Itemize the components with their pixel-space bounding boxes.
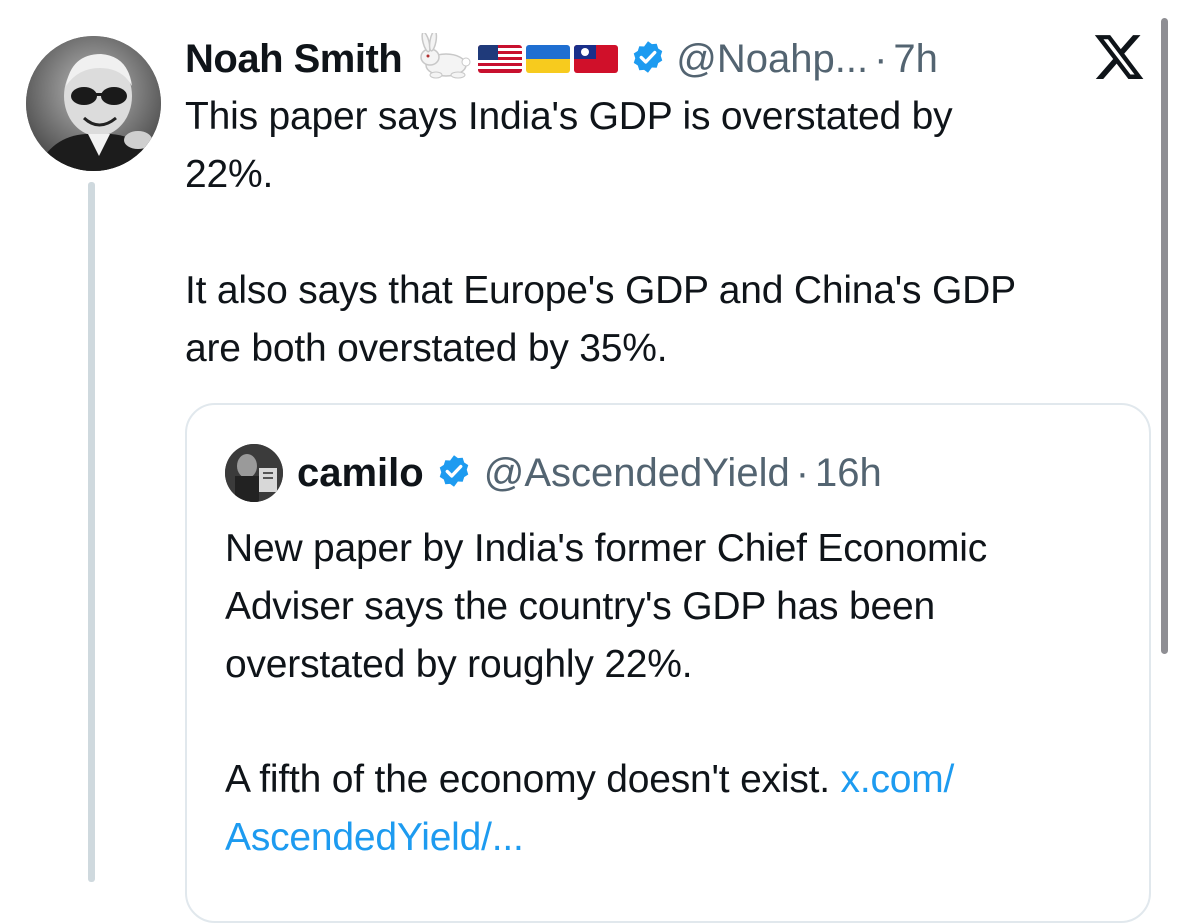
author-name[interactable]: Noah Smith: [185, 37, 403, 82]
tweet-text: This paper says India's GDP is overstate…: [185, 95, 1016, 370]
quoted-tweet-tail-text: A fifth of the economy doesn't exist.: [225, 758, 841, 801]
quoted-tweet-link[interactable]: x.com/: [841, 758, 955, 801]
flag-group: [478, 45, 619, 73]
separator-dot: ·: [795, 450, 810, 495]
ukraine-flag-icon: [526, 45, 571, 73]
scrollbar[interactable]: [1161, 18, 1168, 654]
quoted-tweet-card[interactable]: camilo @AscendedYield · 16h New paper by…: [185, 403, 1151, 923]
quoted-author-handle[interactable]: @AscendedYield: [484, 451, 790, 496]
tweet-time[interactable]: 7h: [893, 37, 938, 82]
tweet-header: Noah Smith @Noahp... · 7h: [185, 28, 938, 90]
avatar[interactable]: [26, 36, 161, 171]
thread-connector-line: [88, 182, 95, 882]
quoted-avatar[interactable]: [225, 444, 283, 502]
quoted-author-name[interactable]: camilo: [297, 451, 424, 496]
quoted-tweet-header: camilo @AscendedYield · 16h: [225, 443, 882, 503]
x-logo-icon[interactable]: [1092, 30, 1146, 84]
us-flag-icon: [478, 45, 523, 73]
verified-badge-icon: [436, 453, 472, 494]
verified-badge-icon: [630, 39, 666, 80]
separator-dot: ·: [874, 36, 888, 81]
quoted-tweet-text: New paper by India's former Chief Econom…: [225, 527, 988, 686]
rabbit-icon: [416, 29, 474, 86]
quoted-tweet-time[interactable]: 16h: [815, 451, 882, 496]
taiwan-flag-icon: [574, 45, 619, 73]
avatar-photo: [26, 36, 161, 171]
quoted-tweet-tail: A fifth of the economy doesn't exist. x.…: [225, 751, 1125, 867]
author-handle[interactable]: @Noahp...: [676, 37, 868, 82]
quoted-tweet-link-continued[interactable]: AscendedYield/...: [225, 816, 524, 859]
